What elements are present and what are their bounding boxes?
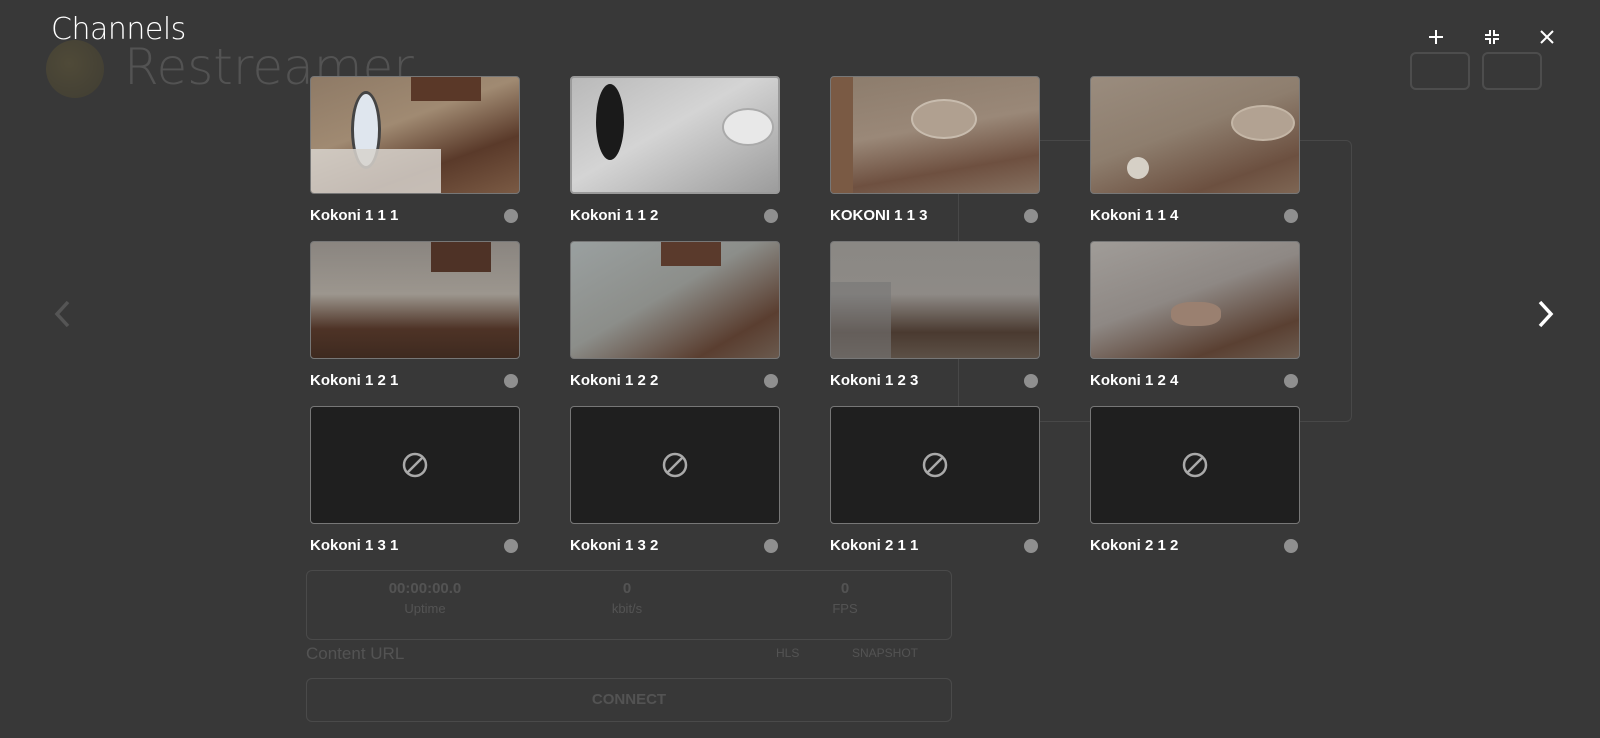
status-dot (764, 373, 778, 388)
status-dot (1024, 373, 1038, 388)
channel-tile[interactable]: Kokoni 1 1 1 (310, 76, 520, 224)
status-dot (1284, 208, 1298, 223)
channel-preview[interactable] (830, 241, 1040, 359)
channel-tile[interactable]: Kokoni 1 2 1 (310, 241, 520, 389)
stats-panel (306, 570, 952, 640)
status-dot (764, 208, 778, 223)
menu-button (1482, 52, 1542, 90)
close-button[interactable] (1532, 22, 1562, 52)
channel-preview-unavailable[interactable] (570, 406, 780, 524)
channel-preview[interactable] (310, 241, 520, 359)
channel-tile[interactable]: Kokoni 1 2 3 (830, 241, 1040, 389)
channel-name: Kokoni 1 2 4 (1090, 372, 1179, 389)
channel-name: Kokoni 1 1 4 (1090, 207, 1179, 224)
channel-preview-unavailable[interactable] (310, 406, 520, 524)
chevron-left-icon (54, 300, 70, 328)
channel-name: Kokoni 1 2 3 (830, 372, 919, 389)
status-dot (1284, 538, 1298, 553)
content-url-label: Content URL (306, 644, 405, 663)
stat-uptime: 00:00:00.0 Uptime (388, 580, 462, 616)
status-dot (1024, 208, 1038, 223)
plus-icon (1429, 30, 1443, 44)
channel-preview[interactable] (1090, 76, 1300, 194)
camera-button (1410, 52, 1470, 90)
channel-preview[interactable] (570, 241, 780, 359)
channel-preview[interactable] (1090, 241, 1300, 359)
channel-tile[interactable]: Kokoni 1 3 1 (310, 406, 520, 554)
channel-tile[interactable]: Kokoni 1 2 4 (1090, 241, 1300, 389)
hls-link: HLS (776, 646, 800, 660)
status-dot (1024, 538, 1038, 553)
no-signal-icon (662, 452, 688, 478)
channel-name: Kokoni 1 3 1 (310, 537, 399, 554)
close-icon (1540, 30, 1554, 44)
overlay-title: Channels (51, 12, 186, 47)
channel-name: Kokoni 2 1 2 (1090, 537, 1179, 554)
channel-preview-unavailable[interactable] (830, 406, 1040, 524)
no-signal-icon (1182, 452, 1208, 478)
collapse-button[interactable] (1477, 22, 1507, 52)
channel-name: Kokoni 1 2 2 (570, 372, 659, 389)
channel-name: KOKONI 1 1 3 (830, 207, 928, 224)
chevron-right-icon (1538, 300, 1554, 328)
channel-tile[interactable]: Kokoni 1 1 4 (1090, 76, 1300, 224)
channel-tile[interactable]: Kokoni 1 2 2 (570, 241, 780, 389)
channel-tile[interactable]: Kokoni 1 3 2 (570, 406, 780, 554)
add-channel-button[interactable] (1421, 22, 1451, 52)
channel-preview-unavailable[interactable] (1090, 406, 1300, 524)
channel-name: Kokoni 1 1 1 (310, 207, 399, 224)
channel-preview[interactable] (830, 76, 1040, 194)
snapshot-link: SNAPSHOT (852, 646, 919, 660)
app-logo (46, 40, 104, 98)
status-dot (504, 373, 518, 388)
channel-tile[interactable]: Kokoni 1 1 2 (570, 76, 780, 224)
status-dot (1284, 373, 1298, 388)
previous-page-button[interactable] (44, 296, 80, 332)
status-dot (504, 208, 518, 223)
stat-fps: 0 FPS (832, 580, 858, 616)
channel-tile[interactable]: Kokoni 2 1 1 (830, 406, 1040, 554)
status-dot (504, 538, 518, 553)
channel-name: Kokoni 1 2 1 (310, 372, 399, 389)
no-signal-icon (922, 452, 948, 478)
next-page-button[interactable] (1528, 296, 1564, 332)
channel-name: Kokoni 2 1 1 (830, 537, 919, 554)
channel-preview[interactable] (310, 76, 520, 194)
no-signal-icon (402, 452, 428, 478)
status-dot (764, 538, 778, 553)
stat-bitrate: 0 kbit/s (611, 580, 643, 616)
channel-tile[interactable]: KOKONI 1 1 3 (830, 76, 1040, 224)
channel-name: Kokoni 1 3 2 (570, 537, 659, 554)
collapse-icon (1485, 30, 1499, 44)
channel-name: Kokoni 1 1 2 (570, 207, 659, 224)
channel-grid: Kokoni 1 1 1 Kokoni 1 1 2 KOKONI 1 1 3 K… (310, 76, 1300, 554)
channel-tile[interactable]: Kokoni 2 1 2 (1090, 406, 1300, 554)
connect-button: CONNECT (306, 678, 952, 722)
channel-preview[interactable] (570, 76, 780, 194)
